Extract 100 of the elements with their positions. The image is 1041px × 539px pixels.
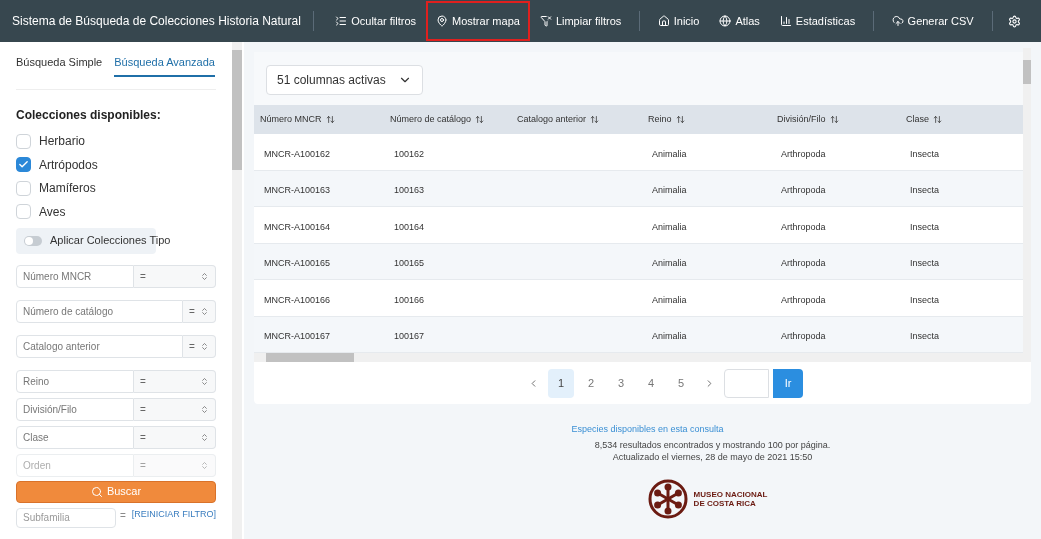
filter-input[interactable]: Catalogo anterior xyxy=(16,334,183,358)
filter-clear-icon xyxy=(539,15,552,27)
map-pin-icon xyxy=(436,15,449,27)
operator-select[interactable]: = xyxy=(134,369,216,393)
page-button[interactable]: 4 xyxy=(638,368,664,398)
reset-filter-link[interactable]: [REINICIAR FILTRO] xyxy=(131,507,216,521)
sort-select-icon xyxy=(200,432,209,442)
table-cell: 100162 xyxy=(394,148,425,159)
column-header[interactable]: Número de catálogo xyxy=(390,112,517,127)
sort-icon xyxy=(475,115,485,124)
nav-button[interactable]: Generar CSV xyxy=(881,1,984,41)
table-cell: Arthropoda xyxy=(781,221,826,232)
column-header[interactable]: Clase xyxy=(906,112,1017,127)
table-cell: Animalia xyxy=(652,148,687,159)
nav-button[interactable]: Mostrar mapa xyxy=(426,1,530,41)
column-header[interactable]: Número MNCR xyxy=(260,112,390,127)
table-cell: Insecta xyxy=(910,185,940,196)
operator-select[interactable]: = xyxy=(183,334,216,358)
checkbox-label: Herbario xyxy=(39,133,86,151)
sort-icon xyxy=(590,115,600,124)
results-text: 8,534 resultados encontrados y mostrando 100 por página. xyxy=(594,439,831,451)
sort-select-icon xyxy=(200,460,209,470)
settings-icon xyxy=(1008,14,1021,28)
table-cell: Animalia xyxy=(652,221,687,232)
search-icon xyxy=(90,485,103,498)
updated-text: Actualizado el viernes, 28 de mayo de 2021 15:50 xyxy=(612,451,813,463)
column-header[interactable]: División/Filo xyxy=(777,112,906,127)
table-cell: 100167 xyxy=(394,331,425,342)
operator-text: = xyxy=(140,374,146,389)
table-cell: MNCR-A100162 xyxy=(264,148,331,159)
table-cell: Insecta xyxy=(910,331,940,342)
table-cell: Insecta xyxy=(910,294,940,305)
search-tab[interactable]: Búsqueda Simple xyxy=(16,54,103,77)
table-cell: Animalia xyxy=(652,294,687,305)
operator-select[interactable]: = xyxy=(134,425,216,449)
filter-input[interactable]: División/Filo xyxy=(16,397,134,421)
logo-text: DE COSTA RICA xyxy=(693,499,757,508)
checkbox-label: Mamíferos xyxy=(39,180,96,198)
toggle-label: Aplicar Colecciones Tipo xyxy=(50,233,171,249)
nav-button[interactable]: Atlas xyxy=(709,1,770,41)
nav-button[interactable]: Limpiar filtros xyxy=(529,1,632,41)
nav-button[interactable]: Ocultar filtros xyxy=(325,1,427,41)
home-icon xyxy=(657,15,670,27)
page-button[interactable]: 2 xyxy=(578,368,604,398)
globe-icon xyxy=(719,15,732,27)
checkbox-label: Aves xyxy=(39,203,66,221)
filter-input[interactable]: Clase xyxy=(16,425,134,449)
checkbox-label: Artrópodos xyxy=(39,156,98,174)
sort-icon xyxy=(325,115,335,124)
search-tab[interactable]: Búsqueda Avanzada xyxy=(114,54,215,77)
table-cell: 100165 xyxy=(394,258,425,269)
sort-select-icon xyxy=(200,271,209,281)
sort-select-icon xyxy=(200,404,209,414)
sort-select-icon xyxy=(200,341,209,351)
table-cell: Arthropoda xyxy=(781,185,826,196)
columns-dropdown[interactable]: 51 columnas activas xyxy=(266,65,423,95)
operator-text: = xyxy=(140,458,146,473)
operator-text: = xyxy=(120,508,126,523)
operator-select[interactable]: = xyxy=(134,264,216,288)
filter-input[interactable]: Subfamilia xyxy=(16,507,116,528)
table-cell: Arthropoda xyxy=(781,258,826,269)
bar-chart-icon xyxy=(779,15,792,27)
nav-button[interactable]: Inicio xyxy=(647,1,710,41)
sort-icon xyxy=(829,115,839,124)
table-cell: Arthropoda xyxy=(781,148,826,159)
page-input[interactable] xyxy=(724,368,769,398)
filter-input[interactable]: Número MNCR xyxy=(16,264,134,288)
page-button[interactable]: 3 xyxy=(608,368,634,398)
cloud-upload-icon xyxy=(891,15,904,27)
checkbox[interactable] xyxy=(16,157,31,173)
table-cell: Animalia xyxy=(652,258,687,269)
operator-text: = xyxy=(140,269,146,284)
table-cell: MNCR-A100163 xyxy=(264,185,331,196)
app-title: Sistema de Búsqueda de Colecciones Historia Natural xyxy=(12,13,301,30)
toggle-switch[interactable] xyxy=(24,235,42,246)
operator-text: = xyxy=(140,430,146,445)
sort-icon xyxy=(933,115,942,124)
filter-input[interactable]: Reino xyxy=(16,369,134,393)
page-button[interactable]: 1 xyxy=(548,368,574,398)
table-cell: Animalia xyxy=(652,185,687,196)
sort-icon xyxy=(675,115,685,124)
operator-text: = xyxy=(140,402,146,417)
table-cell: Animalia xyxy=(652,331,687,342)
page-button[interactable]: 5 xyxy=(668,368,694,398)
section-heading: Colecciones disponibles: xyxy=(16,106,162,124)
logo-text: MUSEO NACIONAL xyxy=(693,490,768,499)
column-header[interactable]: Catalogo anterior xyxy=(517,112,648,127)
table-cell: MNCR-A100167 xyxy=(264,331,331,342)
filter-input[interactable]: Número de catálogo xyxy=(16,299,183,323)
operator-select[interactable]: = xyxy=(134,397,216,421)
museum-logo-icon xyxy=(647,479,688,519)
operator-select[interactable]: = xyxy=(183,299,216,323)
column-header[interactable]: Reino xyxy=(648,112,777,127)
nav-button[interactable]: Estadísticas xyxy=(769,1,866,41)
filter-input[interactable]: Orden xyxy=(16,453,134,477)
table-cell: 100166 xyxy=(394,294,425,305)
table-cell: 100164 xyxy=(394,221,425,232)
operator-text: = xyxy=(189,304,195,319)
table-cell: MNCR-A100165 xyxy=(264,258,331,269)
table-cell: Insecta xyxy=(910,221,940,232)
